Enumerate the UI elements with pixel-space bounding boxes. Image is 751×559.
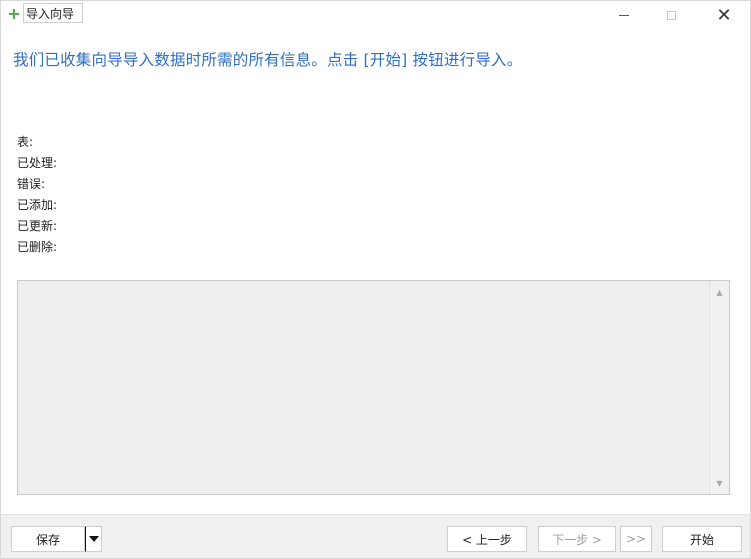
maximize-button[interactable]	[648, 1, 694, 29]
import-wizard-window: 导入向导 ✕ 我们已收集向导导入数据时所需的所有信息。点击 [开始] 按钮进行导…	[0, 0, 751, 559]
stat-label: 已删除:	[17, 240, 58, 254]
import-log[interactable]: ▲ ▼	[17, 280, 730, 495]
close-icon: ✕	[716, 4, 732, 26]
maximize-icon	[666, 10, 676, 20]
wizard-instruction: 我们已收集向导导入数据时所需的所有信息。点击 [开始] 按钮进行导入。	[13, 51, 523, 69]
scroll-down-arrow-icon[interactable]: ▼	[710, 474, 729, 492]
stat-deleted: 已删除:	[17, 237, 57, 258]
next-step-button[interactable]: 下一步 >	[538, 526, 616, 552]
stat-added: 已添加:	[17, 195, 57, 216]
minimize-button[interactable]	[601, 1, 647, 29]
stat-errors: 错误:	[17, 174, 57, 195]
stat-updated: 已更新:	[17, 216, 57, 237]
close-button[interactable]: ✕	[701, 1, 747, 29]
stat-label: 已更新:	[17, 219, 58, 233]
title-bar: 导入向导 ✕	[1, 1, 750, 29]
minimize-icon	[619, 14, 629, 16]
stat-label: 已处理:	[17, 156, 58, 170]
start-button[interactable]: 开始	[662, 526, 742, 552]
previous-step-button[interactable]: < 上一步	[447, 526, 527, 552]
chevron-down-icon	[88, 536, 99, 542]
import-stats: 表: 已处理: 错误: 已添加: 已更新: 已删除:	[17, 132, 57, 258]
scroll-up-arrow-icon[interactable]: ▲	[710, 283, 729, 301]
button-bar: 保存 < 上一步 下一步 > >> 开始	[1, 514, 750, 558]
stat-label: 已添加:	[17, 198, 58, 212]
log-text	[22, 284, 707, 491]
stat-label: 表:	[17, 135, 34, 149]
window-title: 导入向导	[26, 7, 75, 21]
skip-to-end-button[interactable]: >>	[620, 526, 652, 552]
stat-label: 错误:	[17, 177, 46, 191]
save-dropdown-button[interactable]	[85, 526, 102, 552]
log-scrollbar[interactable]: ▲ ▼	[709, 281, 729, 494]
app-icon	[9, 9, 19, 19]
save-button[interactable]: 保存	[11, 526, 85, 552]
stat-tables: 表:	[17, 132, 57, 153]
stat-processed: 已处理:	[17, 153, 57, 174]
